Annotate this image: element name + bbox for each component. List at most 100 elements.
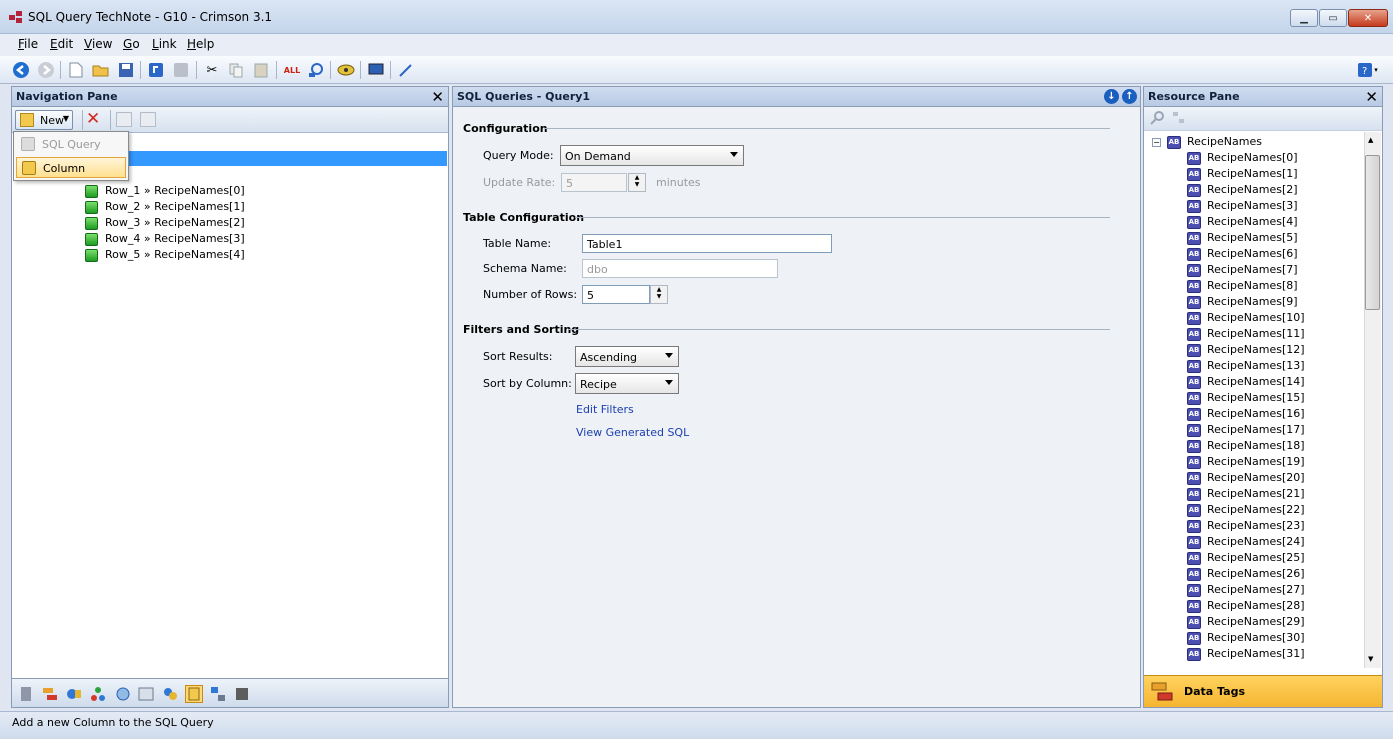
list-item[interactable]: AB RecipeNames[6]	[1187, 247, 1298, 263]
list-item[interactable]: AB RecipeNames[17]	[1187, 423, 1305, 439]
security-icon[interactable]	[161, 685, 179, 703]
list-item[interactable]: AB RecipeNames[16]	[1187, 407, 1305, 423]
collapse-icon[interactable]: −	[1152, 138, 1161, 147]
list-item[interactable]: AB RecipeNames[11]	[1187, 327, 1305, 343]
menu-item-sql-query[interactable]: SQL Query	[16, 134, 126, 155]
list-item[interactable]: AB RecipeNames[30]	[1187, 631, 1305, 647]
menu-view[interactable]: View	[84, 37, 112, 51]
list-item[interactable]: AB RecipeNames[25]	[1187, 551, 1305, 567]
tree-root-recipenames[interactable]: − AB RecipeNames	[1152, 135, 1262, 151]
list-item[interactable]: AB RecipeNames[31]	[1187, 647, 1305, 663]
copy-icon[interactable]	[226, 60, 246, 80]
table-name-field[interactable]: Table1	[582, 234, 832, 253]
list-item[interactable]: AB RecipeNames[3]	[1187, 199, 1298, 215]
display-pages-icon[interactable]	[65, 685, 83, 703]
menu-file[interactable]: File	[18, 37, 38, 51]
menu-link[interactable]: Link	[152, 37, 177, 51]
close-icon[interactable]: ✕	[1365, 88, 1378, 106]
list-item[interactable]: Row_5 » RecipeNames[4]	[85, 248, 245, 264]
list-item[interactable]: AB RecipeNames[14]	[1187, 375, 1305, 391]
menu-help[interactable]: Help	[187, 37, 214, 51]
query-mode-select[interactable]: On Demand	[560, 145, 744, 166]
link-icon[interactable]	[336, 60, 356, 80]
sort-by-column-select[interactable]: Recipe	[575, 373, 679, 394]
schema-name-field[interactable]: dbo	[582, 259, 778, 278]
back-icon[interactable]	[11, 60, 31, 80]
list-item[interactable]: AB RecipeNames[12]	[1187, 343, 1305, 359]
list-item[interactable]: AB RecipeNames[15]	[1187, 391, 1305, 407]
list-item[interactable]: AB RecipeNames[0]	[1187, 151, 1298, 167]
search-icon[interactable]	[1149, 110, 1165, 129]
list-item[interactable]: Row_1 » RecipeNames[0]	[85, 184, 245, 200]
list-item[interactable]: AB RecipeNames[8]	[1187, 279, 1298, 295]
open-folder-icon[interactable]	[91, 60, 111, 80]
list-item[interactable]: AB RecipeNames[22]	[1187, 503, 1305, 519]
data-logger-icon[interactable]	[137, 685, 155, 703]
list-item[interactable]: AB RecipeNames[26]	[1187, 567, 1305, 583]
arrow-up-icon[interactable]: ↑	[1122, 89, 1137, 104]
list-item[interactable]: Row_3 » RecipeNames[2]	[85, 216, 245, 232]
menu-edit[interactable]: Edit	[50, 37, 73, 51]
undo-icon[interactable]	[146, 60, 166, 80]
new-button[interactable]: New ▼	[15, 110, 73, 130]
list-item[interactable]: AB RecipeNames[21]	[1187, 487, 1305, 503]
list-item[interactable]: AB RecipeNames[28]	[1187, 599, 1305, 615]
sql-queries-icon[interactable]	[185, 685, 203, 703]
menu-item-column[interactable]: Column	[16, 157, 126, 178]
update-rate-field[interactable]: 5	[561, 173, 627, 192]
spellcheck-icon[interactable]: ALL	[282, 60, 302, 80]
list-item[interactable]: AB RecipeNames[24]	[1187, 535, 1305, 551]
list-item[interactable]: AB RecipeNames[5]	[1187, 231, 1298, 247]
save-icon[interactable]	[116, 60, 136, 80]
minimize-button[interactable]: ▁	[1290, 9, 1318, 27]
programs-icon[interactable]	[89, 685, 107, 703]
sort-results-select[interactable]: Ascending	[575, 346, 679, 367]
list-item[interactable]: AB RecipeNames[9]	[1187, 295, 1298, 311]
list-item[interactable]: AB RecipeNames[7]	[1187, 263, 1298, 279]
maximize-button[interactable]: ▭	[1319, 9, 1347, 27]
list-item[interactable]: AB RecipeNames[19]	[1187, 455, 1305, 471]
scroll-up-icon[interactable]: ▲	[1368, 136, 1373, 144]
paste-icon[interactable]	[251, 60, 271, 80]
list-item[interactable]: AB RecipeNames[20]	[1187, 471, 1305, 487]
close-window-button[interactable]: ✕	[1348, 9, 1388, 27]
monitor-icon[interactable]	[366, 60, 386, 80]
control-icon[interactable]	[233, 685, 251, 703]
delete-icon[interactable]: ✕	[86, 109, 100, 129]
new-file-icon[interactable]	[66, 60, 86, 80]
edit-filters-link[interactable]: Edit Filters	[576, 403, 634, 416]
find-icon[interactable]	[306, 60, 326, 80]
view-generated-sql-link[interactable]: View Generated SQL	[576, 426, 689, 439]
list-item[interactable]: AB RecipeNames[13]	[1187, 359, 1305, 375]
update-rate-stepper[interactable]: ▲ ▼	[628, 173, 646, 192]
selected-tree-item[interactable]	[127, 151, 447, 166]
arrow-down-icon[interactable]: ↓	[1104, 89, 1119, 104]
move-up-icon[interactable]	[116, 112, 132, 127]
data-tags-icon[interactable]	[41, 685, 59, 703]
list-item[interactable]: AB RecipeNames[1]	[1187, 167, 1298, 183]
wand-icon[interactable]	[396, 60, 416, 80]
web-server-icon[interactable]	[113, 685, 131, 703]
forward-icon[interactable]	[36, 60, 56, 80]
move-down-icon[interactable]	[140, 112, 156, 127]
data-tags-button[interactable]: Data Tags	[1144, 675, 1382, 707]
list-item[interactable]: AB RecipeNames[2]	[1187, 183, 1298, 199]
scrollbar-thumb[interactable]	[1365, 155, 1380, 310]
list-item[interactable]: AB RecipeNames[27]	[1187, 583, 1305, 599]
list-item[interactable]: Row_2 » RecipeNames[1]	[85, 200, 245, 216]
number-of-rows-field[interactable]: 5	[582, 285, 650, 304]
comms-icon[interactable]	[17, 685, 35, 703]
list-item[interactable]: AB RecipeNames[4]	[1187, 215, 1298, 231]
number-of-rows-stepper[interactable]: ▲ ▼	[650, 285, 668, 304]
list-item[interactable]: Row_4 » RecipeNames[3]	[85, 232, 245, 248]
help-icon[interactable]: ? ▾	[1354, 60, 1382, 80]
sql-sync-icon[interactable]	[209, 685, 227, 703]
list-item[interactable]: AB RecipeNames[18]	[1187, 439, 1305, 455]
list-item[interactable]: AB RecipeNames[29]	[1187, 615, 1305, 631]
list-item[interactable]: AB RecipeNames[23]	[1187, 519, 1305, 535]
redo-icon[interactable]	[171, 60, 191, 80]
tree-view-icon[interactable]	[1172, 111, 1186, 128]
list-item[interactable]: AB RecipeNames[10]	[1187, 311, 1305, 327]
menu-go[interactable]: Go	[123, 37, 140, 51]
cut-icon[interactable]: ✂	[202, 60, 222, 80]
